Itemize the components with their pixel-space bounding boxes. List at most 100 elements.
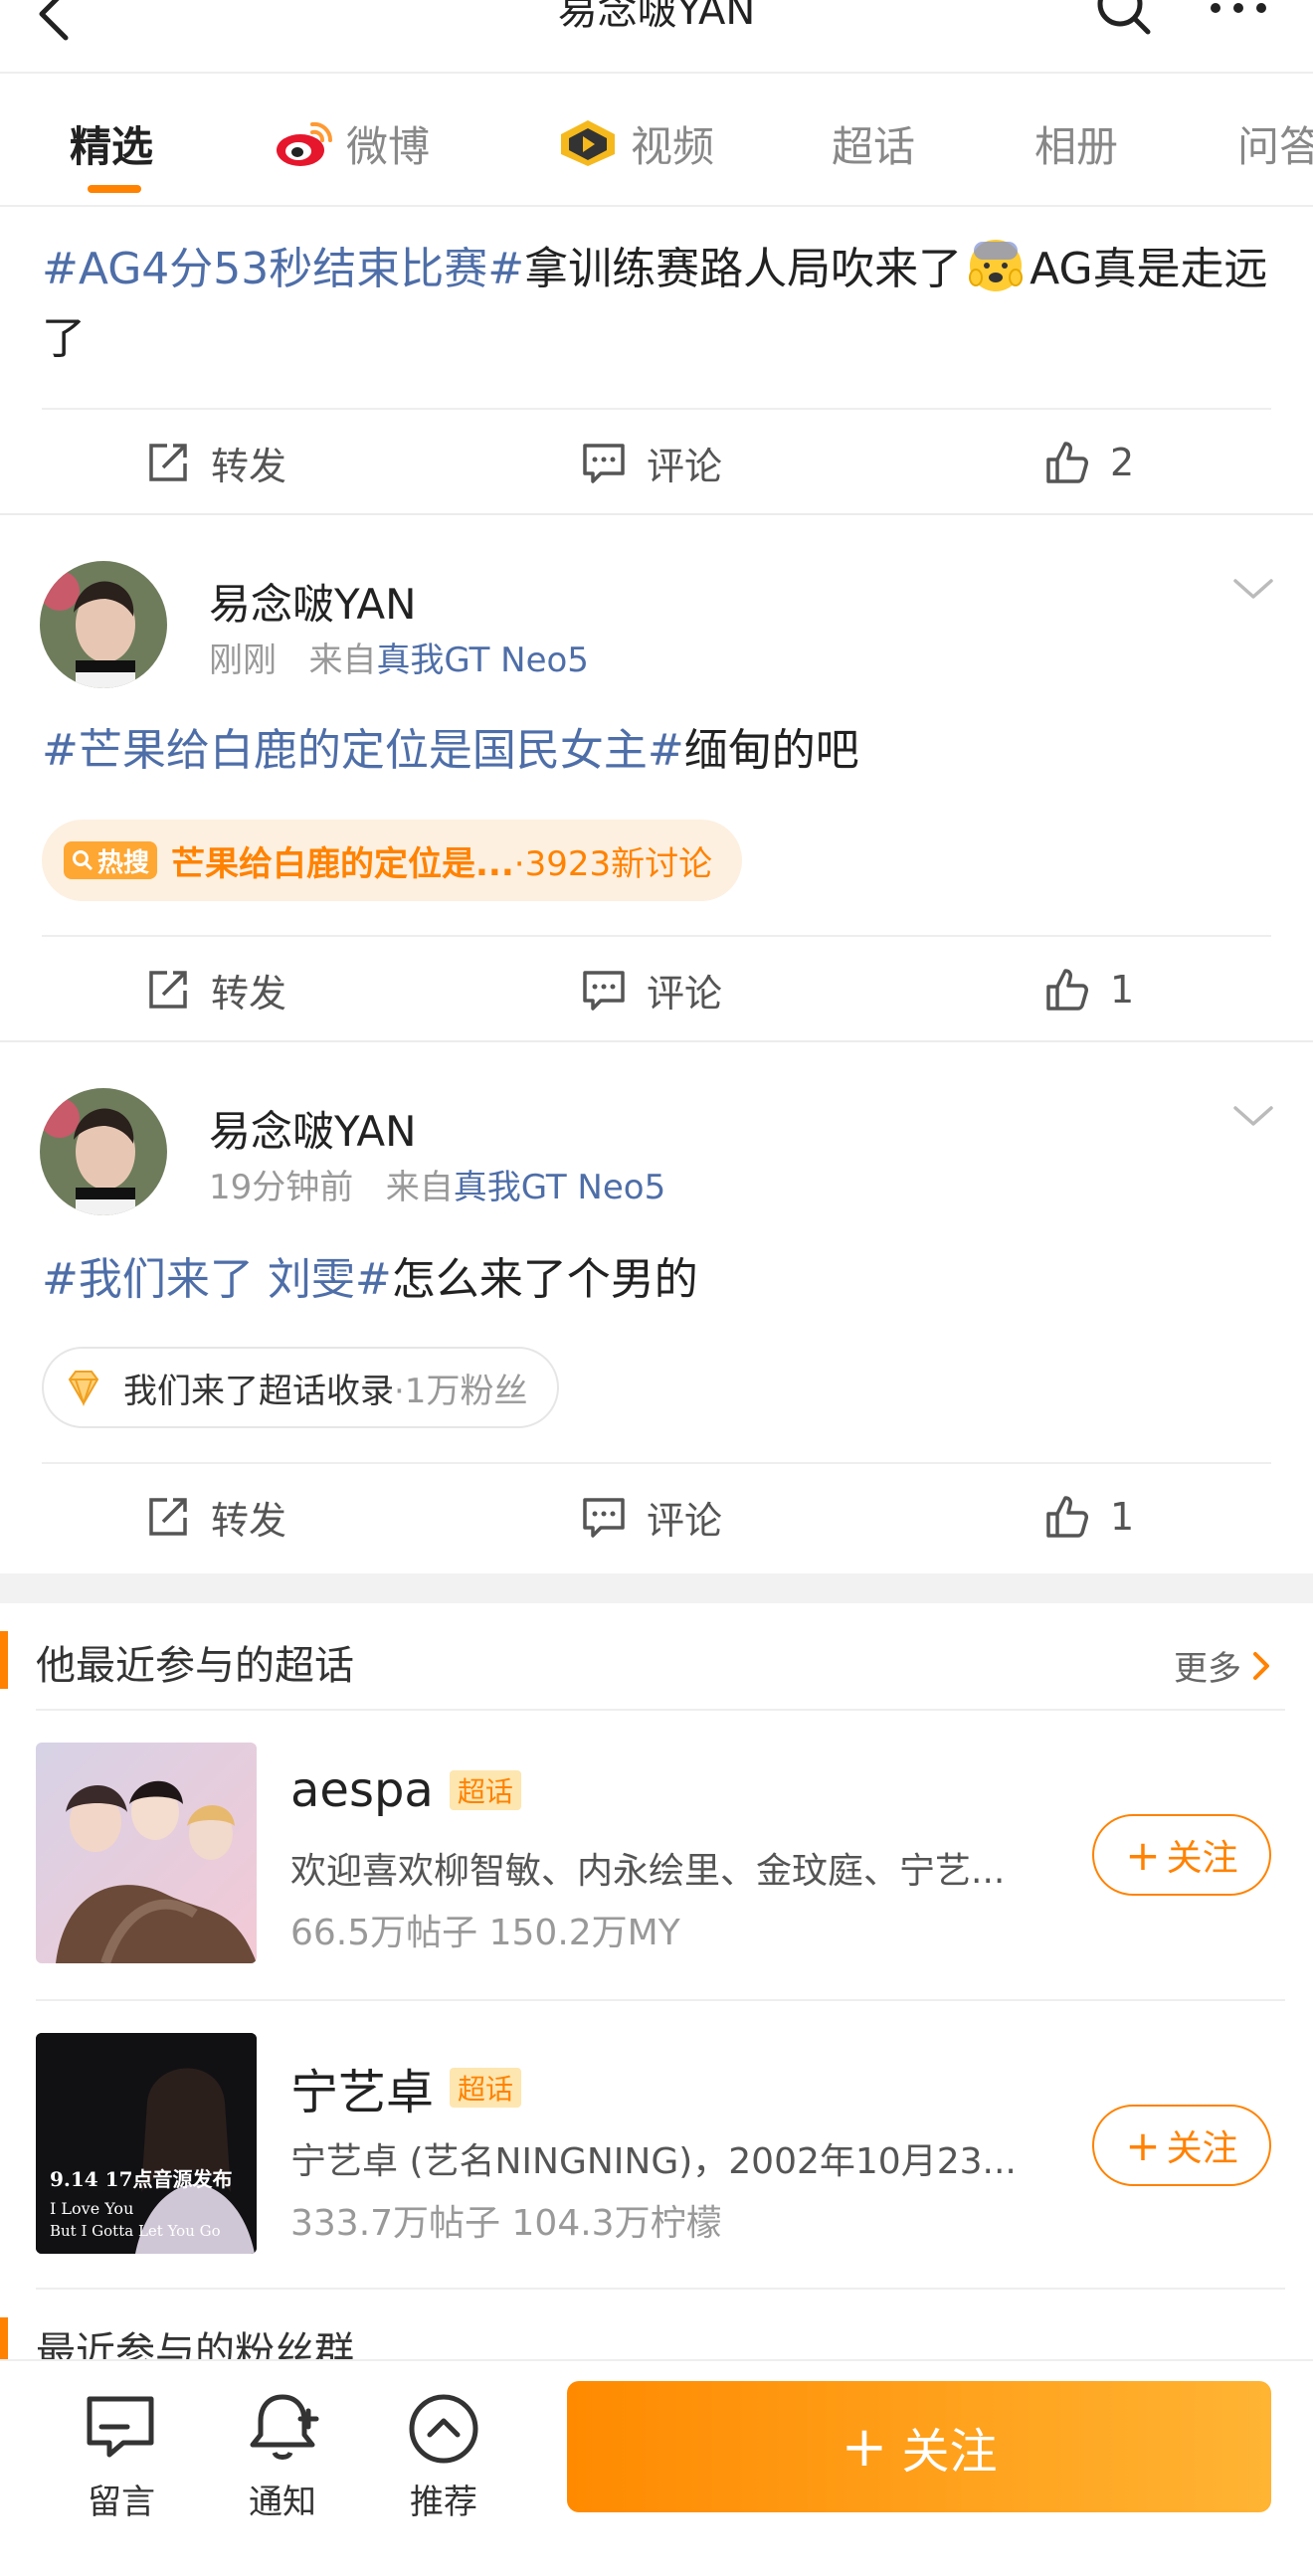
repost-button[interactable]: 转发 <box>145 1492 287 1543</box>
weibo-logo-icon <box>277 121 333 166</box>
thumbs-up-icon <box>1046 969 1088 1011</box>
tab-qa[interactable]: 问答 <box>1237 113 1313 173</box>
topic-description: 宁艺卓 (艺名NINGNING)，2002年10月23... <box>290 2141 1017 2182</box>
top-bar: 易念啵YAN <box>0 0 1313 72</box>
hot-search-pill[interactable]: 热搜 芒果给白鹿的定位是... ·3923新讨论 <box>42 820 743 901</box>
tab-video[interactable]: 视频 <box>557 113 714 173</box>
comment-icon <box>583 1498 625 1538</box>
post-source[interactable]: 真我GT Neo5 <box>376 641 589 680</box>
divider <box>42 408 1271 410</box>
topic-name: aespa 超话 <box>290 1762 521 1818</box>
avatar[interactable] <box>40 561 167 688</box>
recommend-label: 推荐 <box>410 2483 477 2522</box>
post-text: #AG4分53秒结束比赛#拿训练赛路人局吹来了 AG真是走远了 <box>42 235 1275 374</box>
comment-button[interactable]: 评论 <box>581 438 723 488</box>
tab-featured[interactable]: 精选 <box>70 113 153 173</box>
more-label: 更多 <box>1174 1649 1241 1689</box>
like-count: 2 <box>1110 441 1135 484</box>
comment-icon <box>583 971 625 1011</box>
topic-name: 宁艺卓 超话 <box>290 2053 522 2122</box>
topic-cover-image: 9.14 17点音源发布 I Love You But I Gotta Let … <box>36 2033 257 2254</box>
section-accent-bar <box>0 1631 8 1689</box>
tab-super-topic[interactable]: 超话 <box>832 113 915 173</box>
post-body: 拿训练赛路人局吹来了 <box>524 244 963 294</box>
comment-button[interactable]: 评论 <box>581 1492 722 1543</box>
topic-description: 欢迎喜欢柳智敏、内永绘里、金玟庭、宁艺... <box>290 1851 1006 1892</box>
divider <box>36 2288 1285 2290</box>
plus-icon: + <box>1125 2120 1161 2170</box>
follow-label: 关注 <box>1166 1838 1238 1879</box>
message-button[interactable]: 留言 <box>62 2389 181 2538</box>
avatar-image <box>40 561 167 688</box>
comment-label: 评论 <box>647 971 723 1015</box>
from-label: 来自 <box>308 641 377 680</box>
hot-search-badge: 热搜 <box>64 841 158 879</box>
repost-label: 转发 <box>211 444 287 488</box>
thumbs-up-icon <box>1046 442 1088 483</box>
hot-topic-count: ·3923新讨论 <box>513 843 713 884</box>
recommend-button[interactable]: 推荐 <box>384 2389 503 2538</box>
tab-label: 问答 <box>1237 121 1313 171</box>
fearful-face-emoji-icon <box>969 240 1024 291</box>
plus-icon: + <box>1125 1830 1161 1880</box>
diamond-icon <box>68 1371 99 1407</box>
repost-icon <box>149 971 187 1009</box>
divider <box>36 1999 1285 2001</box>
repost-button[interactable]: 转发 <box>145 965 286 1015</box>
follow-topic-button[interactable]: + 关注 <box>1092 2105 1271 2186</box>
search-icon[interactable] <box>1094 0 1154 38</box>
comment-label: 评论 <box>647 444 723 488</box>
like-count: 1 <box>1110 968 1135 1012</box>
hashtag-link[interactable]: #芒果给白鹿的定位是国民女主# <box>42 725 684 776</box>
super-topic-item[interactable]: aespa 超话 欢迎喜欢柳智敏、内永绘里、金玟庭、宁艺... 66.5万帖子 … <box>0 1743 1313 1965</box>
more-link[interactable]: 更多 <box>1174 1641 1273 1690</box>
post-action-bar: 转发 评论 2 <box>0 408 1313 513</box>
author-name[interactable]: 易念啵YAN <box>209 571 417 632</box>
bottom-action-bar: 留言 通知 推荐 + 关注 <box>0 2359 1313 2576</box>
comment-button[interactable]: 评论 <box>581 965 723 1015</box>
super-topic-item[interactable]: 9.14 17点音源发布 I Love You But I Gotta Let … <box>0 2033 1313 2256</box>
poster-song-text: But I Gotta Let You Go <box>50 2222 221 2240</box>
message-label: 留言 <box>88 2483 155 2522</box>
post-text: #我们来了 刘雯#怎么来了个男的 <box>42 1245 698 1315</box>
thumbs-up-icon <box>1046 1496 1088 1538</box>
circle-chevron-up-icon <box>409 2394 478 2464</box>
hashtag-link[interactable]: #AG4分53秒结束比赛# <box>42 244 524 294</box>
hot-topic-label: 芒果给白鹿的定位是... <box>171 843 514 884</box>
repost-label: 转发 <box>211 1498 287 1543</box>
author-name[interactable]: 易念啵YAN <box>209 1098 417 1159</box>
avatar[interactable] <box>40 1088 167 1215</box>
tab-weibo[interactable]: 微博 <box>273 113 430 173</box>
super-topic-badge: 超话 <box>450 2068 522 2108</box>
like-button[interactable]: 1 <box>1044 965 1134 1014</box>
tab-label: 微博 <box>346 121 431 171</box>
follow-user-label: 关注 <box>901 2424 998 2480</box>
topic-cover-image <box>36 1743 257 1963</box>
follow-topic-button[interactable]: + 关注 <box>1092 1814 1271 1896</box>
more-options-icon[interactable] <box>1204 0 1273 28</box>
bell-plus-icon <box>250 2394 319 2460</box>
like-button[interactable]: 1 <box>1044 1492 1134 1542</box>
like-button[interactable]: 2 <box>1044 438 1134 487</box>
post-header: 易念啵YAN 刚刚 来自真我GT Neo5 <box>0 561 1313 700</box>
divider <box>36 1709 1285 1711</box>
topic-count: ·1万粉丝 <box>394 1371 528 1411</box>
super-topic-pill[interactable]: 我们来了超话收录 ·1万粉丝 <box>42 1347 560 1428</box>
post-action-bar: 转发 评论 1 <box>0 935 1313 1040</box>
chevron-right-icon <box>1253 1651 1269 1680</box>
post-time: 刚刚 <box>209 641 277 680</box>
repost-button[interactable]: 转发 <box>145 438 287 488</box>
post-meta: 刚刚 来自真我GT Neo5 <box>209 633 589 681</box>
follow-user-button[interactable]: + 关注 <box>567 2381 1271 2512</box>
tab-label: 视频 <box>631 121 715 171</box>
chevron-down-icon[interactable] <box>1229 571 1277 607</box>
topic-name-label: 宁艺卓 <box>290 2065 435 2120</box>
hashtag-link[interactable]: #我们来了 刘雯# <box>42 1254 392 1305</box>
notify-button[interactable]: 通知 <box>223 2389 342 2538</box>
post-source[interactable]: 真我GT Neo5 <box>454 1168 666 1207</box>
tab-album[interactable]: 相册 <box>1034 113 1118 173</box>
post-body: 怎么来了个男的 <box>391 1254 698 1305</box>
message-bubble-icon <box>87 2396 154 2458</box>
chevron-down-icon[interactable] <box>1229 1098 1277 1134</box>
topic-name-label: aespa <box>290 1762 434 1818</box>
